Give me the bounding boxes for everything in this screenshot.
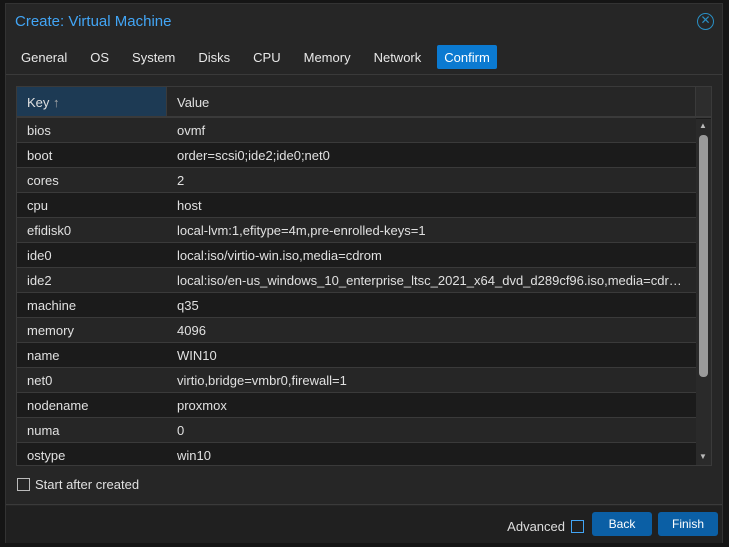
dialog-title: Create: Virtual Machine xyxy=(15,13,172,30)
scroll-up-icon[interactable]: ▲ xyxy=(699,121,707,130)
sort-asc-icon: ↑ xyxy=(53,95,60,110)
table-row[interactable]: bios ovmf xyxy=(17,118,696,143)
row-value: host xyxy=(177,198,202,213)
table-row[interactable]: nodename proxmox xyxy=(17,393,696,418)
row-value: 0 xyxy=(177,423,185,438)
column-header-key[interactable]: Key ↑ xyxy=(17,87,167,116)
start-after-created-label: Start after created xyxy=(35,477,140,492)
row-value: win10 xyxy=(177,448,211,463)
row-value: 4096 xyxy=(177,323,206,338)
header-spacer xyxy=(696,87,711,116)
scrollbar-thumb[interactable] xyxy=(699,135,708,377)
table-row[interactable]: efidisk0 local-lvm:1,efitype=4m,pre-enrol… xyxy=(17,218,696,243)
row-key: ostype xyxy=(27,448,66,463)
column-header-value[interactable]: Value xyxy=(167,87,696,116)
row-key: ide2 xyxy=(27,273,52,288)
table-row[interactable]: cpu host xyxy=(17,193,696,218)
table-row[interactable]: machine q35 xyxy=(17,293,696,318)
row-key: machine xyxy=(27,298,77,313)
tab-cpu[interactable]: CPU xyxy=(246,45,287,69)
row-value: local:iso/virtio-win.iso,media=cdrom xyxy=(177,248,382,263)
close-icon[interactable]: ✕ xyxy=(697,13,714,30)
table-row[interactable]: name WIN10 xyxy=(17,343,696,368)
tab-confirm[interactable]: Confirm xyxy=(437,45,497,69)
tab-memory[interactable]: Memory xyxy=(297,45,358,69)
tab-system[interactable]: System xyxy=(125,45,182,69)
scroll-down-icon[interactable]: ▼ xyxy=(699,452,707,461)
checkbox-box[interactable] xyxy=(17,478,30,491)
row-key: cpu xyxy=(27,198,48,213)
row-value: local:iso/en-us_windows_10_enterprise_lt… xyxy=(177,273,687,288)
tab-os[interactable]: OS xyxy=(83,45,116,69)
advanced-toggle[interactable]: Advanced xyxy=(507,519,584,534)
advanced-checkbox[interactable] xyxy=(571,520,584,533)
grid-rows: bios ovmf boot order=scsi0;ide2;ide0;net0 co… xyxy=(17,118,711,465)
row-key: net0 xyxy=(27,373,53,388)
table-row[interactable]: ide2 local:iso/en-us_windows_10_enterpris… xyxy=(17,268,696,293)
row-key: efidisk0 xyxy=(27,223,72,238)
start-after-created-checkbox[interactable]: Start after created xyxy=(17,477,139,492)
confirm-grid: Key ↑ Value bios ovmf boot order=scsi0;ide2… xyxy=(16,86,712,466)
row-value: WIN10 xyxy=(177,348,217,363)
row-value: proxmox xyxy=(177,398,227,413)
finish-button[interactable]: Finish xyxy=(658,512,718,536)
row-value: order=scsi0;ide2;ide0;net0 xyxy=(177,148,330,163)
row-value: ovmf xyxy=(177,123,206,138)
key-header-label: Key xyxy=(27,95,50,110)
advanced-label: Advanced xyxy=(507,519,565,534)
row-key: boot xyxy=(27,148,53,163)
row-key: numa xyxy=(27,423,60,438)
tab-network[interactable]: Network xyxy=(367,45,429,69)
table-row[interactable]: ostype win10 xyxy=(17,443,696,465)
tab-general[interactable]: General xyxy=(14,45,74,69)
row-value: virtio,bridge=vmbr0,firewall=1 xyxy=(177,373,347,388)
back-button[interactable]: Back xyxy=(592,512,652,536)
table-row[interactable]: net0 virtio,bridge=vmbr0,firewall=1 xyxy=(17,368,696,393)
table-row[interactable]: memory 4096 xyxy=(17,318,696,343)
scrollbar[interactable]: ▲ ▼ xyxy=(696,119,711,465)
row-value: q35 xyxy=(177,298,199,313)
tab-disks[interactable]: Disks xyxy=(191,45,237,69)
row-key: cores xyxy=(27,173,59,188)
row-key: nodename xyxy=(27,398,89,413)
dialog-footer: Advanced Back Finish xyxy=(6,506,722,543)
table-row[interactable]: boot order=scsi0;ide2;ide0;net0 xyxy=(17,143,696,168)
row-key: ide0 xyxy=(27,248,52,263)
table-row[interactable]: cores 2 xyxy=(17,168,696,193)
table-row[interactable]: ide0 local:iso/virtio-win.iso,media=cdrom xyxy=(17,243,696,268)
tab-bar: General OS System Disks CPU Memory Network Conf… xyxy=(14,45,506,69)
row-key: memory xyxy=(27,323,74,338)
dialog-body: Key ↑ Value bios ovmf boot order=scsi0;ide2… xyxy=(6,74,722,505)
create-vm-dialog: Create: Virtual Machine ✕ General OS Syste… xyxy=(5,3,723,543)
table-row[interactable]: numa 0 xyxy=(17,418,696,443)
row-key: bios xyxy=(27,123,51,138)
row-value: local-lvm:1,efitype=4m,pre-enrolled-keys… xyxy=(177,223,426,238)
grid-header: Key ↑ Value xyxy=(17,87,711,118)
row-value: 2 xyxy=(177,173,185,188)
row-key: name xyxy=(27,348,60,363)
